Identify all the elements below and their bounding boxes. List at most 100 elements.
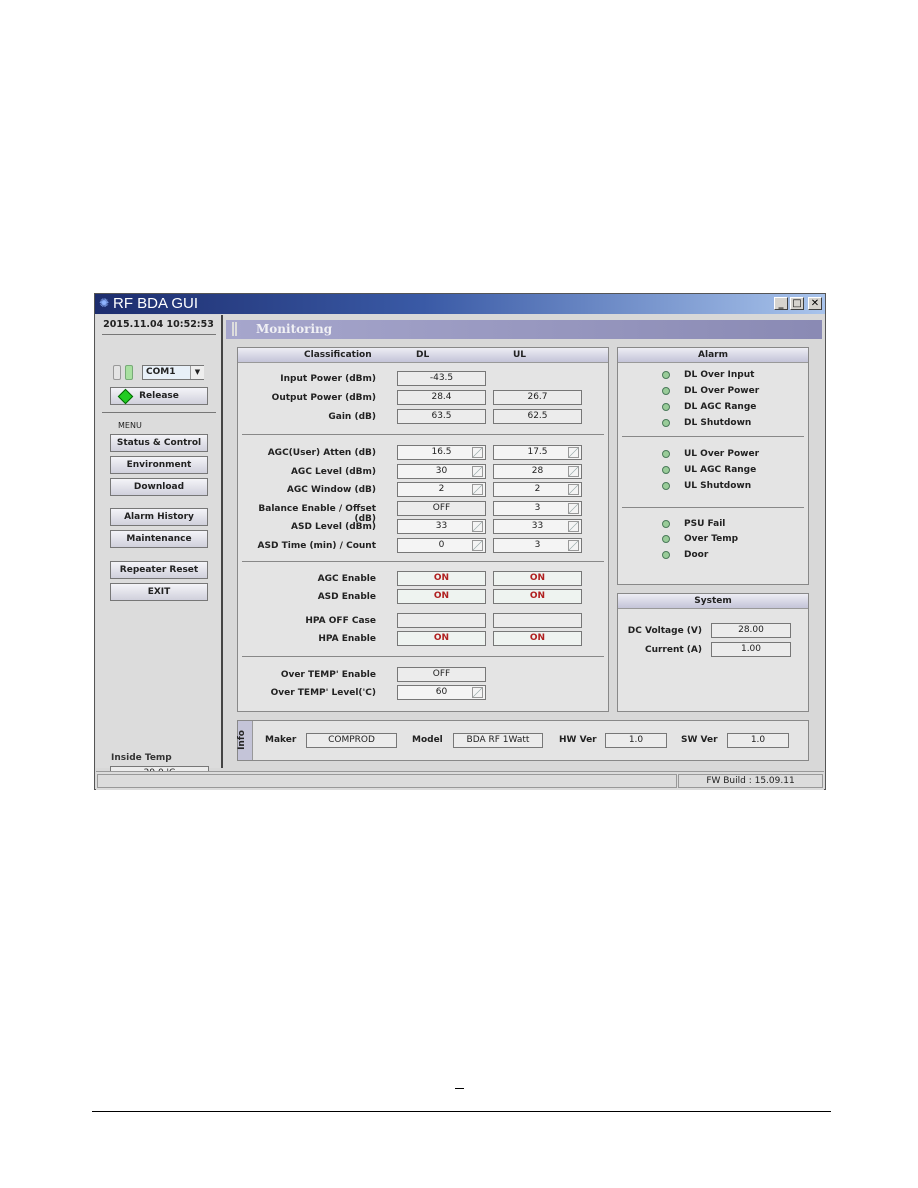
col-ul: UL: [513, 350, 527, 360]
sw-ver-label: SW Ver: [681, 735, 718, 745]
edit-icon[interactable]: [568, 484, 579, 495]
ul-value[interactable]: 3: [493, 537, 582, 553]
status-led-on: [125, 365, 133, 380]
green-diamond-icon: [117, 388, 134, 405]
row-label: Balance Enable / Offset (dB): [258, 503, 376, 524]
col-dl: DL: [416, 350, 430, 360]
divider: [622, 436, 804, 437]
status-bar: FW Build : 15.09.11: [96, 771, 824, 790]
alarm-label: DL Shutdown: [684, 418, 752, 428]
system-header: System: [618, 594, 808, 609]
menu-label: MENU: [118, 421, 142, 430]
alarm-label: UL Shutdown: [684, 481, 752, 491]
dl-value-text: 2: [438, 484, 445, 494]
alarm-label: DL Over Input: [684, 370, 755, 380]
ul-value[interactable]: 17.5: [493, 445, 582, 460]
edit-icon[interactable]: [568, 539, 579, 551]
temp-value[interactable]: 60: [397, 685, 486, 700]
dl-value-text: ON: [433, 591, 450, 601]
alarm-label: Over Temp: [684, 534, 739, 544]
ul-value[interactable]: 2: [493, 482, 582, 497]
dl-value: 63.5: [397, 409, 486, 424]
edit-icon[interactable]: [568, 521, 579, 532]
status-led-off: [113, 365, 121, 380]
ul-value[interactable]: 33: [493, 519, 582, 534]
menu-environment[interactable]: Environment: [110, 456, 208, 474]
edit-icon[interactable]: [568, 502, 579, 514]
edit-icon[interactable]: [472, 447, 483, 458]
dl-value[interactable]: 16.5: [397, 445, 486, 460]
menu-maintenance[interactable]: Maintenance: [110, 530, 208, 548]
menu-alarm-history[interactable]: Alarm History: [110, 508, 208, 526]
row-label: Input Power (dBm): [280, 374, 376, 384]
ul-value-text: ON: [529, 591, 546, 601]
menu-repeater-reset[interactable]: Repeater Reset: [110, 561, 208, 579]
hw-ver-label: HW Ver: [559, 735, 597, 745]
maker-value: COMPROD: [306, 733, 397, 748]
dl-value-text: ON: [433, 573, 450, 583]
alarm-led-icon: [662, 520, 670, 528]
minimize-button[interactable]: _: [774, 297, 788, 310]
edit-icon[interactable]: [472, 687, 483, 698]
release-label: Release: [139, 391, 179, 401]
chevron-down-icon[interactable]: ▼: [190, 366, 204, 379]
divider: [242, 434, 604, 435]
dl-value[interactable]: 33: [397, 519, 486, 534]
alarm-label: UL AGC Range: [684, 465, 757, 475]
ul-value-text: 17.5: [527, 447, 548, 457]
dl-value: ON: [397, 631, 486, 646]
dl-value[interactable]: 0: [397, 537, 486, 553]
alarm-panel: Alarm DL Over Input DL Over Power DL AGC R…: [617, 347, 809, 585]
alarm-led-icon: [662, 450, 670, 458]
info-panel: Info Maker COMPROD Model BDA RF 1Watt HW…: [237, 720, 809, 761]
ul-value-text: 33: [531, 521, 544, 531]
temp-value[interactable]: OFF: [397, 667, 486, 682]
edit-icon[interactable]: [472, 539, 483, 551]
alarm-label: DL AGC Range: [684, 402, 757, 412]
row-label: Over TEMP' Enable: [280, 670, 376, 680]
edit-icon[interactable]: [472, 465, 483, 477]
ul-value: 62.5: [493, 409, 582, 424]
row-label: Gain (dB): [328, 412, 376, 422]
ul-value: ON: [493, 589, 582, 604]
current-label: Current (A): [644, 645, 702, 655]
info-tab[interactable]: Info: [237, 721, 253, 760]
release-button[interactable]: Release: [110, 387, 208, 405]
sidebar: 2015.11.04 10:52:53 COM1 ▼ Release MENU …: [96, 315, 223, 781]
dl-value[interactable]: 2: [397, 482, 486, 497]
menu-status-control[interactable]: Status & Control: [110, 434, 208, 452]
edit-icon[interactable]: [568, 447, 579, 458]
title-bar[interactable]: ✺ RF BDA GUI _ □ ✕: [95, 294, 825, 314]
dl-value[interactable]: [397, 613, 486, 628]
inside-temp-label: Inside Temp: [111, 753, 172, 763]
dl-value[interactable]: 30: [397, 463, 486, 479]
fw-build: FW Build : 15.09.11: [678, 774, 823, 788]
ul-value[interactable]: [493, 613, 582, 628]
monitoring-title: Monitoring: [256, 322, 333, 336]
ul-value[interactable]: 3: [493, 500, 582, 516]
ul-value-text: 3: [534, 539, 541, 550]
app-logo-icon: ✺: [99, 296, 110, 310]
ul-value[interactable]: 28: [493, 463, 582, 479]
menu-exit[interactable]: EXIT: [110, 583, 208, 601]
alarm-led-icon: [662, 466, 670, 474]
temp-value-text: 60: [435, 687, 448, 697]
dc-voltage-value: 28.00: [711, 623, 791, 638]
divider: [242, 656, 604, 657]
edit-icon[interactable]: [472, 484, 483, 495]
row-label: AGC(User) Atten (dB): [267, 448, 376, 458]
ul-value-text: ON: [529, 573, 546, 583]
page-footer-rule: [92, 1111, 831, 1112]
dl-value: OFF: [397, 500, 486, 516]
row-label: Output Power (dBm): [271, 393, 376, 403]
divider: [242, 561, 604, 562]
menu-download[interactable]: Download: [110, 478, 208, 496]
edit-icon[interactable]: [568, 465, 579, 477]
row-label: AGC Enable: [317, 574, 376, 584]
temp-value-text: OFF: [432, 669, 451, 679]
system-panel: System DC Voltage (V) 28.00 Current (A) …: [617, 593, 809, 712]
close-button[interactable]: ✕: [808, 297, 822, 310]
maximize-button[interactable]: □: [790, 297, 804, 310]
edit-icon[interactable]: [472, 521, 483, 532]
alarm-led-icon: [662, 387, 670, 395]
